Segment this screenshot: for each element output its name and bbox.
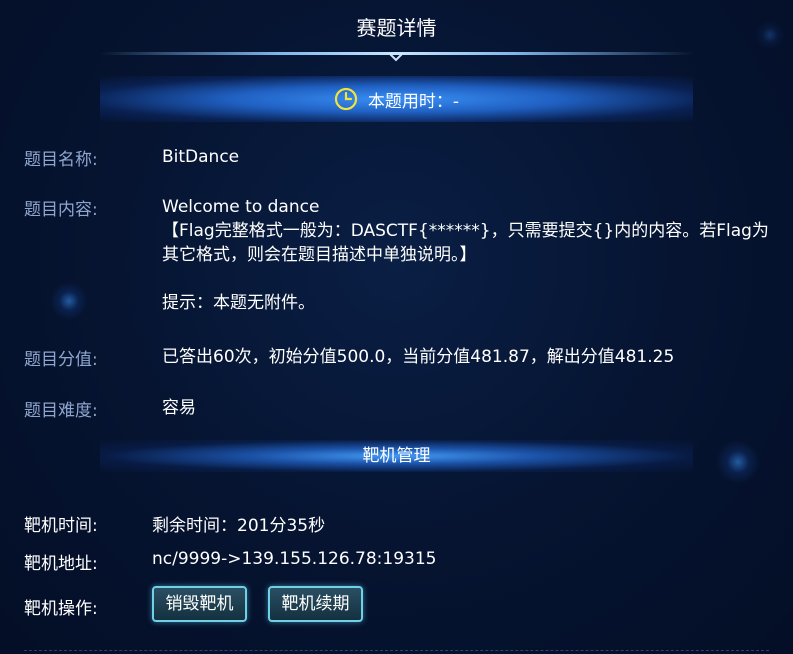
target-time-label: 靶机时间: (24, 516, 98, 536)
challenge-score-label: 题目分值: (24, 350, 98, 370)
content-line: 【Flag完整格式一般为：DASCTF{******}，只需要提交{}内的内容。… (162, 221, 769, 241)
page-title: 赛题详情 (356, 16, 437, 40)
target-ops-label: 靶机操作: (24, 599, 98, 619)
challenge-content-label: 题目内容: (24, 200, 98, 220)
destroy-target-button[interactable]: 销毁靶机 (152, 586, 247, 622)
target-management-header: 靶机管理 (100, 440, 693, 472)
target-time-value: 剩余时间：201分35秒 (152, 516, 326, 536)
timer-label: 本题用时：- (367, 91, 460, 112)
renew-target-button[interactable]: 靶机续期 (268, 586, 363, 622)
challenge-score-value: 已答出60次，初始分值500.0，当前分值481.87，解出分值481.25 (162, 347, 675, 367)
content-line (162, 267, 777, 291)
background-glow (50, 282, 88, 320)
challenge-content-value: Welcome to dance 【Flag完整格式一般为：DASCTF{***… (162, 195, 777, 315)
challenge-name-label: 题目名称: (24, 150, 98, 170)
content-line: 其它格式，则会在题目描述中单独说明。】 (162, 245, 477, 265)
target-address-label: 靶机地址: (24, 554, 98, 574)
background-glow (716, 440, 760, 484)
title-divider-notch-icon (388, 52, 404, 62)
timer-banner: 本题用时：- (100, 76, 693, 122)
content-line: Welcome to dance (162, 197, 320, 217)
clock-icon (334, 87, 358, 111)
challenge-difficulty-value: 容易 (162, 398, 196, 418)
bottom-divider (24, 650, 769, 651)
content-line: 提示：本题无附件。 (162, 293, 315, 313)
challenge-difficulty-label: 题目难度: (24, 401, 98, 421)
challenge-name-value: BitDance (162, 147, 240, 167)
target-address-value: nc/9999->139.155.126.78:19315 (152, 549, 437, 569)
